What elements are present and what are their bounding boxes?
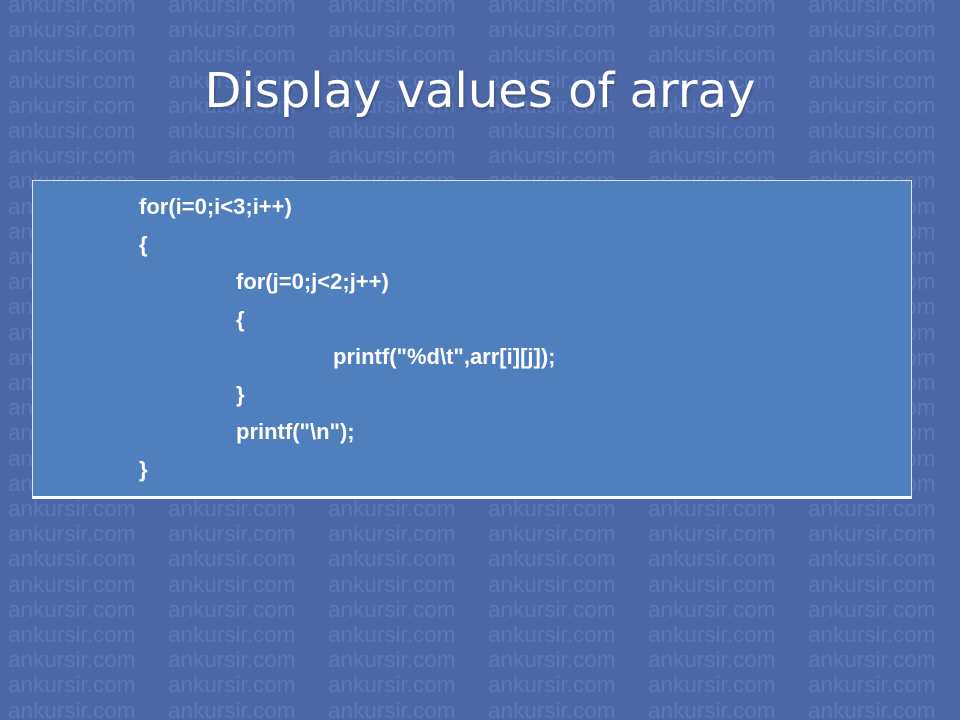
watermark-text: ankursir.com [168, 496, 296, 521]
code-line: { [236, 306, 245, 332]
watermark-text: ankursir.com [328, 571, 456, 597]
watermark-text: ankursir.com [648, 143, 776, 169]
watermark-row: ankursir.com ankursir.com ankursir.com anku… [0, 522, 960, 546]
watermark-text: ankursir.com [8, 496, 136, 521]
watermark-text: ankursir.com [808, 0, 936, 17]
watermark-text: ankursir.com [8, 596, 136, 622]
watermark-text: ankursir.com [648, 496, 776, 521]
watermark-text: ankursir.com [328, 0, 456, 17]
watermark-text: ankursir.com [488, 596, 616, 622]
slide-title: Display values of array [204, 63, 756, 119]
watermark-text: ankursir.com [648, 596, 776, 622]
watermark-text: ankursir.com [168, 521, 296, 547]
code-block: for(i=0;i<3;i++) { for(j=0;j<2;j++) { pr… [32, 180, 912, 499]
watermark-text: ankursir.com [808, 17, 936, 43]
watermark-text: ankursir.com [328, 17, 456, 43]
watermark-text: ankursir.com [488, 496, 616, 521]
watermark-text: ankursir.com [8, 647, 136, 673]
watermark-text: ankursir.com [808, 521, 936, 547]
watermark-row: ankursir.com ankursir.com ankursir.com anku… [0, 0, 960, 17]
code-line: for(j=0;j<2;j++) [236, 269, 389, 294]
watermark-text: ankursir.com [8, 546, 136, 572]
watermark-text: ankursir.com [8, 0, 136, 17]
watermark-text: ankursir.com [488, 17, 616, 43]
watermark-text: ankursir.com [648, 647, 776, 673]
watermark-text: ankursir.com [648, 0, 776, 17]
watermark-text: ankursir.com [808, 672, 936, 698]
watermark-text: ankursir.com [648, 622, 776, 647]
watermark-text: ankursir.com [328, 496, 456, 521]
code-line: } [236, 381, 245, 407]
watermark-text: ankursir.com [488, 697, 616, 720]
watermark-text: ankursir.com [168, 17, 296, 43]
watermark-text: ankursir.com [8, 672, 136, 698]
watermark-text: ankursir.com [488, 622, 616, 647]
watermark-text: ankursir.com [808, 143, 936, 169]
watermark-text: ankursir.com [8, 521, 136, 547]
watermark-text: ankursir.com [488, 0, 616, 17]
watermark-text: ankursir.com [488, 672, 616, 698]
watermark-text: ankursir.com [808, 697, 936, 720]
watermark-text: ankursir.com [648, 546, 776, 572]
watermark-text: ankursir.com [808, 647, 936, 673]
watermark-row: ankursir.com ankursir.com ankursir.com anku… [0, 571, 960, 597]
watermark-row: ankursir.com ankursir.com ankursir.com anku… [0, 648, 960, 672]
watermark-text: ankursir.com [648, 571, 776, 597]
watermark-text: ankursir.com [808, 622, 936, 647]
watermark-text: ankursir.com [648, 697, 776, 720]
watermark-text: ankursir.com [808, 496, 936, 521]
watermark-text: ankursir.com [328, 143, 456, 169]
watermark-text: ankursir.com [328, 622, 456, 647]
watermark-text: ankursir.com [648, 672, 776, 698]
watermark-text: ankursir.com [488, 571, 616, 597]
watermark-text: ankursir.com [808, 571, 936, 597]
watermark-row: ankursir.com ankursir.com ankursir.com anku… [0, 697, 960, 720]
watermark-text: ankursir.com [328, 647, 456, 673]
watermark-text: ankursir.com [168, 546, 296, 572]
watermark-text: ankursir.com [808, 546, 936, 572]
watermark-row: ankursir.com ankursir.com ankursir.com anku… [0, 623, 960, 647]
watermark-text: ankursir.com [328, 596, 456, 622]
watermark-row: ankursir.com ankursir.com ankursir.com anku… [0, 596, 960, 622]
code-line: printf("%d\t",arr[i][j]); [333, 344, 556, 369]
watermark-text: ankursir.com [488, 546, 616, 572]
code-line: printf("\n"); [236, 419, 355, 444]
watermark-text: ankursir.com [168, 672, 296, 698]
watermark-text: ankursir.com [488, 647, 616, 673]
code-line: } [139, 456, 148, 482]
code-line: for(i=0;i<3;i++) [139, 194, 292, 219]
watermark-text: ankursir.com [8, 622, 136, 647]
code-line: { [139, 231, 148, 257]
watermark-text: ankursir.com [8, 143, 136, 169]
watermark-text: ankursir.com [328, 521, 456, 547]
watermark-text: ankursir.com [328, 697, 456, 720]
watermark-text: ankursir.com [8, 697, 136, 720]
watermark-text: ankursir.com [168, 647, 296, 673]
watermark-row: ankursir.com ankursir.com ankursir.com anku… [0, 673, 960, 697]
watermark-row: ankursir.com ankursir.com ankursir.com anku… [0, 547, 960, 571]
watermark-text: ankursir.com [648, 17, 776, 43]
watermark-text: ankursir.com [8, 17, 136, 43]
watermark-text: ankursir.com [168, 622, 296, 647]
watermark-text: ankursir.com [488, 521, 616, 547]
watermark-text: ankursir.com [168, 143, 296, 169]
watermark-text: ankursir.com [168, 596, 296, 622]
watermark-text: ankursir.com [168, 571, 296, 597]
watermark-text: ankursir.com [168, 0, 296, 17]
watermark-text: ankursir.com [488, 143, 616, 169]
watermark-row: ankursir.com ankursir.com ankursir.com anku… [0, 497, 960, 521]
watermark-row: ankursir.com ankursir.com ankursir.com anku… [0, 18, 960, 42]
watermark-text: ankursir.com [648, 521, 776, 547]
watermark-row: ankursir.com ankursir.com ankursir.com anku… [0, 144, 960, 168]
watermark-text: ankursir.com [8, 571, 136, 597]
watermark-text: ankursir.com [808, 596, 936, 622]
watermark-text: ankursir.com [328, 546, 456, 572]
watermark-text: ankursir.com [168, 697, 296, 720]
watermark-text: ankursir.com [328, 672, 456, 698]
